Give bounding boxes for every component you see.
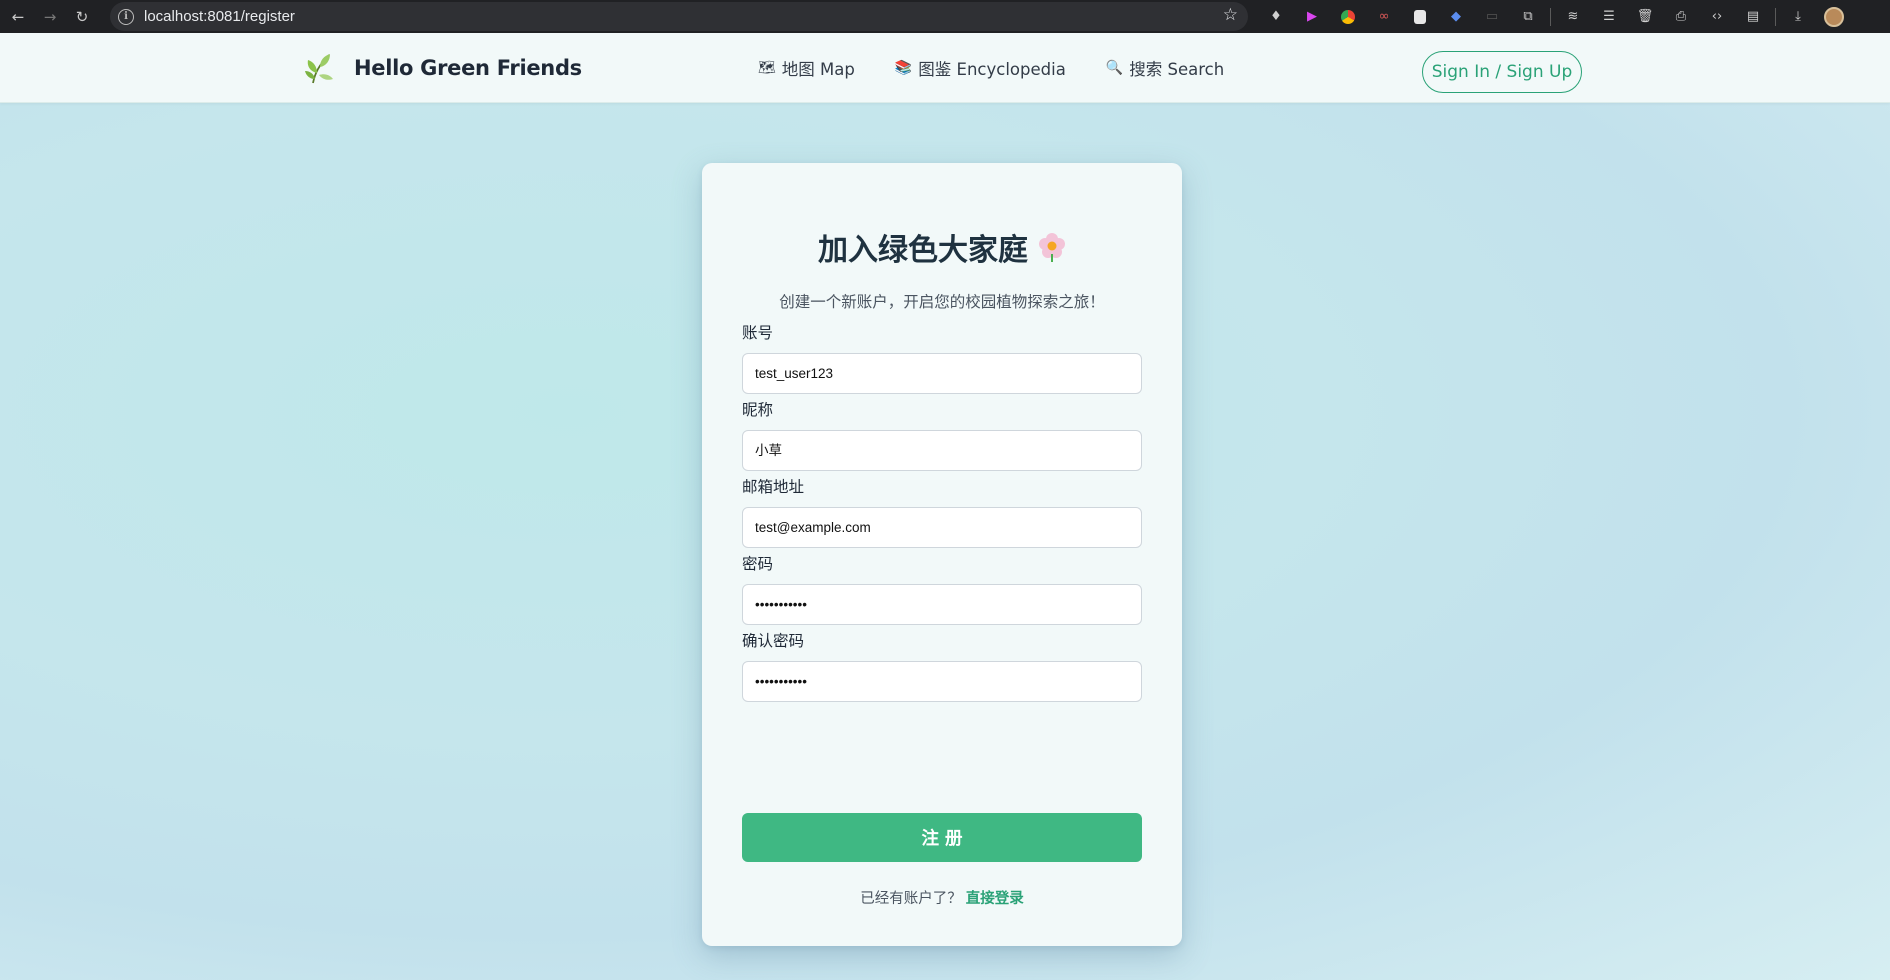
extensions-row: ♦ ▶ ∞ ◆ ▭ ⧉ ≋ ☰ 🗑 ⎙ ‹› ▤ ⤓: [1258, 0, 1852, 33]
extension-flame-icon[interactable]: ♦: [1266, 7, 1286, 27]
code-icon[interactable]: ‹›: [1707, 7, 1727, 27]
extension-document-icon[interactable]: [1410, 7, 1430, 27]
profile-avatar[interactable]: [1824, 6, 1844, 27]
brand[interactable]: Hello Green Friends: [305, 51, 582, 85]
login-link[interactable]: 直接登录: [966, 891, 1024, 907]
print-icon[interactable]: ⎙: [1671, 7, 1691, 27]
search-icon: 🔍: [1105, 60, 1124, 76]
toolbar-divider: [1775, 7, 1776, 26]
extension-chrome-icon[interactable]: [1338, 7, 1358, 27]
password-label: 密码: [742, 555, 774, 573]
email-field: 邮箱地址 test@example.com: [742, 475, 1142, 548]
page-title: 加入绿色大家庭: [702, 225, 1182, 269]
back-arrow-icon[interactable]: ←: [4, 3, 32, 31]
nav-link-label: 地图 Map: [781, 60, 855, 79]
extension-monitor-icon[interactable]: ▭: [1482, 7, 1502, 27]
books-icon: 📚: [894, 60, 913, 76]
title-text: 加入绿色大家庭: [818, 233, 1028, 268]
forward-arrow-icon[interactable]: →: [36, 3, 64, 31]
account-label: 账号: [742, 324, 774, 342]
url-text[interactable]: localhost:8081/register: [144, 8, 295, 25]
toolbar-divider: [1550, 7, 1551, 26]
flower-icon: [1039, 233, 1065, 262]
reload-icon[interactable]: ↻: [68, 3, 96, 31]
trash-icon[interactable]: 🗑: [1635, 7, 1655, 27]
main-nav: 🗺 地图 Map 📚 图鉴 Encyclopedia 🔍 搜索 Search: [758, 33, 1264, 103]
bookmark-star-icon[interactable]: ☆: [1223, 5, 1238, 25]
register-button[interactable]: 注册: [742, 813, 1142, 862]
confirm-password-field: 确认密码 •••••••••••: [742, 629, 1142, 702]
nickname-field: 昵称 小草: [742, 398, 1142, 471]
page-subtitle: 创建一个新账户，开启您的校园植物探索之旅！: [779, 293, 1105, 311]
address-bar[interactable]: i localhost:8081/register ☆: [110, 2, 1248, 31]
confirm-password-label: 确认密码: [742, 632, 805, 650]
nav-link-map[interactable]: 🗺 地图 Map: [758, 56, 855, 80]
browser-toolbar: ← → ↻ i localhost:8081/register ☆ ♦ ▶ ∞ …: [0, 0, 1890, 33]
login-prompt: 已经有账户了？: [860, 891, 962, 907]
account-field: 账号 test_user123: [742, 321, 1142, 394]
extension-play-icon[interactable]: ▶: [1302, 7, 1322, 27]
extension-glasses-icon[interactable]: ∞: [1374, 7, 1394, 27]
sign-in-button[interactable]: Sign In / Sign Up: [1422, 51, 1582, 93]
reading-list-icon[interactable]: ☰: [1599, 7, 1619, 27]
email-label: 邮箱地址: [742, 478, 805, 496]
nav-link-label: 图鉴 Encyclopedia: [918, 60, 1066, 79]
translate-icon[interactable]: ≋: [1563, 7, 1583, 27]
register-card: 加入绿色大家庭 创建一个新账户，开启您的校园植物探索之旅！ 账号 test_us…: [702, 163, 1182, 946]
page-background: Hello Green Friends 🗺 地图 Map 📚 图鉴 Encycl…: [0, 33, 1890, 980]
site-info-icon[interactable]: i: [118, 8, 134, 25]
extensions-puzzle-icon[interactable]: ⧉: [1518, 7, 1538, 27]
nav-link-encyclopedia[interactable]: 📚 图鉴 Encyclopedia: [895, 56, 1066, 80]
site-header: Hello Green Friends 🗺 地图 Map 📚 图鉴 Encycl…: [0, 33, 1890, 103]
leaf-logo-icon: [305, 54, 333, 84]
email-input[interactable]: test@example.com: [742, 507, 1142, 548]
confirm-password-input[interactable]: •••••••••••: [742, 661, 1142, 702]
password-input[interactable]: •••••••••••: [742, 584, 1142, 625]
nickname-label: 昵称: [742, 401, 774, 419]
brand-name: Hello Green Friends: [354, 56, 582, 80]
nav-link-label: 搜索 Search: [1129, 60, 1225, 79]
login-hint: 已经有账户了？ 直接登录: [702, 887, 1182, 908]
nickname-input[interactable]: 小草: [742, 430, 1142, 471]
nav-link-search[interactable]: 🔍 搜索 Search: [1106, 56, 1224, 80]
extension-shield-icon[interactable]: ◆: [1446, 7, 1466, 27]
password-field: 密码 •••••••••••: [742, 552, 1142, 625]
account-input[interactable]: test_user123: [742, 353, 1142, 394]
download-icon[interactable]: ⤓: [1788, 7, 1808, 27]
side-panel-icon[interactable]: ▤: [1743, 7, 1763, 27]
map-icon: 🗺: [758, 60, 776, 76]
